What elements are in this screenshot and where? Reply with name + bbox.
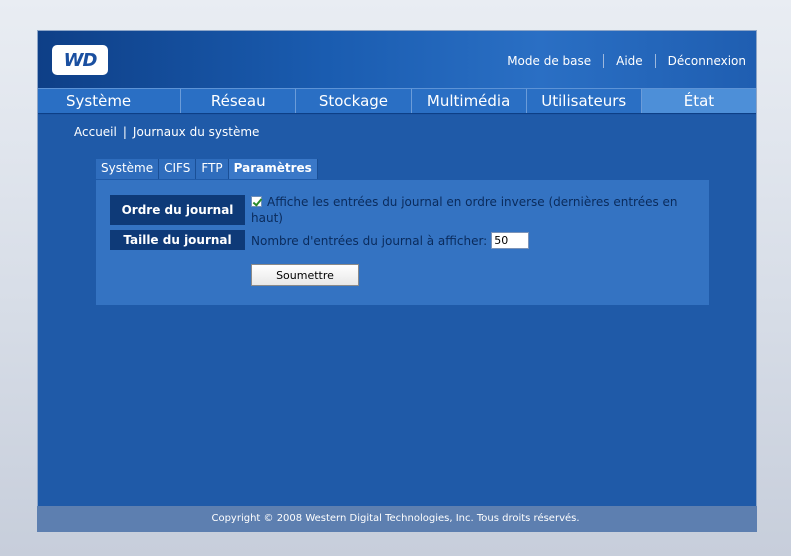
tab-ftp[interactable]: FTP — [196, 159, 229, 179]
main-nav: Système Réseau Stockage Multimédia Utili… — [38, 88, 757, 114]
header: WD Mode de base Aide Déconnexion — [38, 31, 756, 88]
nav-item-storage[interactable]: Stockage — [296, 89, 412, 113]
nav-item-users[interactable]: Utilisateurs — [527, 89, 642, 113]
nav-item-system[interactable]: Système — [38, 89, 182, 113]
reverse-order-text: Affiche les entrées du journal en ordre … — [251, 195, 678, 225]
divider — [603, 54, 605, 68]
breadcrumb-home[interactable]: Accueil — [74, 125, 117, 139]
log-size-input[interactable] — [491, 232, 530, 249]
reverse-order-checkbox[interactable] — [251, 196, 262, 207]
submit-button[interactable]: Soumettre — [251, 264, 359, 286]
app-frame: WD Mode de base Aide Déconnexion Système… — [37, 30, 757, 507]
log-size-label: Taille du journal — [110, 230, 245, 250]
nav-item-status[interactable]: État — [641, 89, 757, 113]
tab-system[interactable]: Système — [96, 159, 160, 179]
breadcrumb-separator: | — [122, 125, 127, 139]
divider — [654, 54, 656, 68]
settings-panel: Ordre du journal Affiche les entrées du … — [96, 180, 709, 305]
nav-item-multimedia[interactable]: Multimédia — [412, 89, 527, 113]
copyright-footer: Copyright © 2008 Western Digital Technol… — [211, 513, 580, 524]
log-size-option: Nombre d'entrées du journal à afficher: — [251, 232, 530, 249]
main-content: Accueil | Journaux du système Système CIFS… — [38, 115, 756, 507]
wd-logo[interactable]: WD — [52, 45, 108, 75]
log-order-label: Ordre du journal — [110, 195, 245, 225]
top-links: Mode de base Aide Déconnexion — [507, 54, 746, 68]
log-size-text: Nombre d'entrées du journal à afficher: — [251, 233, 488, 248]
logo-text: WD — [63, 49, 98, 71]
nav-item-network[interactable]: Réseau — [181, 89, 297, 113]
tab-settings[interactable]: Paramètres — [228, 159, 318, 179]
help-link[interactable]: Aide — [616, 54, 643, 68]
log-order-option: Affiche les entrées du journal en ordre … — [251, 194, 696, 226]
log-subtabs: Système CIFS FTP Paramètres — [96, 159, 318, 179]
tab-cifs[interactable]: CIFS — [159, 159, 197, 179]
logout-link[interactable]: Déconnexion — [668, 54, 746, 68]
basic-mode-link[interactable]: Mode de base — [507, 54, 591, 68]
breadcrumb: Accueil | Journaux du système — [74, 125, 259, 139]
breadcrumb-current: Journaux du système — [132, 125, 260, 139]
